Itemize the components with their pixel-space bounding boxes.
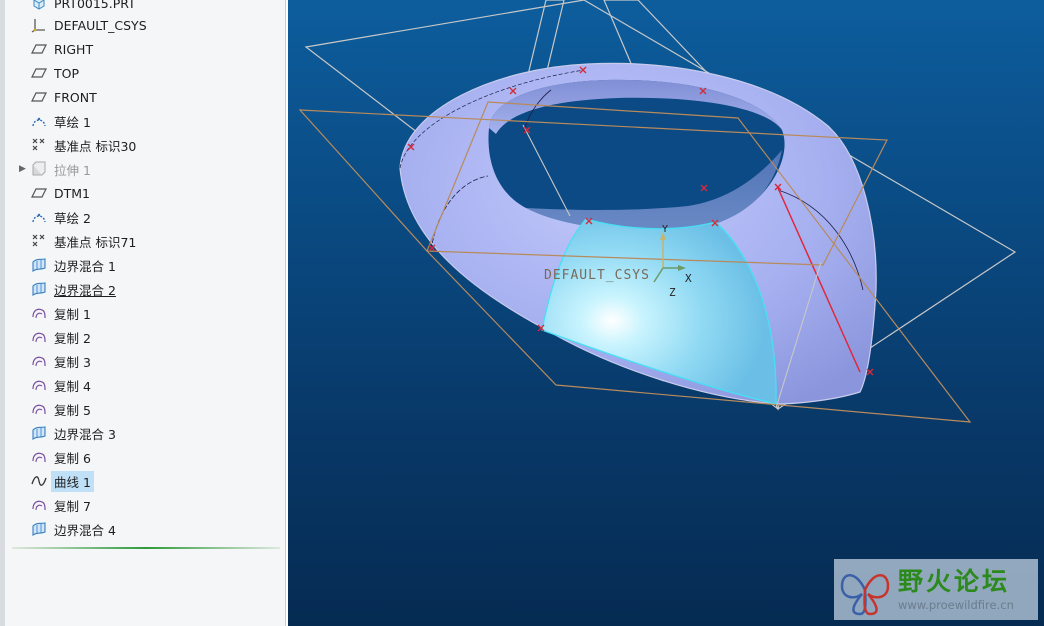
tree-item[interactable]: ▶ 拉伸 1: [15, 158, 275, 180]
copy-icon: [30, 449, 48, 465]
datum-plane-icon: [30, 65, 48, 81]
tree-item[interactable]: RIGHT: [15, 38, 275, 60]
csys-icon: [30, 17, 48, 33]
tree-item[interactable]: 复制 5: [15, 398, 275, 420]
tree-item-label: 边界混合 3: [54, 426, 116, 442]
tree-item[interactable]: 边界混合 3: [15, 422, 275, 444]
tree-item[interactable]: 复制 1: [15, 302, 275, 324]
tree-item-label: 复制 4: [54, 378, 91, 394]
tree-item[interactable]: 草绘 1: [15, 110, 275, 132]
boundary-blend-icon: [30, 257, 48, 273]
graphics-viewport[interactable]: Y X Z DEFAULT_CSYS: [288, 0, 1044, 626]
tree-item-label: TOP: [54, 65, 80, 81]
tree-root-item[interactable]: PRT0015.PRT: [15, 0, 275, 14]
tree-item[interactable]: 复制 4: [15, 374, 275, 396]
copy-icon: [30, 353, 48, 369]
tree-item[interactable]: 草绘 2: [15, 206, 275, 228]
tree-item-label: 拉伸 1: [54, 162, 91, 178]
tree-item-label: 基准点 标识71: [54, 234, 137, 250]
copy-icon: [30, 497, 48, 513]
tree-item[interactable]: 复制 6: [15, 446, 275, 468]
tree-item[interactable]: DTM1: [15, 182, 275, 204]
tree-item[interactable]: 基准点 标识71: [15, 230, 275, 252]
datum-point-icon: [30, 233, 48, 249]
tree-item-label: 复制 2: [54, 330, 91, 346]
boundary-blend-icon: [30, 521, 48, 537]
sketch-icon: [30, 113, 48, 129]
csys-axis-y: Y: [662, 224, 668, 235]
tree-item-label: 复制 7: [54, 498, 91, 514]
watermark-url: www.proewildfire.cn: [898, 597, 1014, 612]
csys-axis-x: X: [685, 272, 692, 285]
watermark-title: 野火论坛: [898, 566, 1011, 596]
extrude-icon: [30, 161, 48, 177]
expand-arrow-icon[interactable]: ▶: [15, 164, 30, 174]
copy-icon: [30, 401, 48, 417]
datum-plane-icon: [30, 89, 48, 105]
copy-icon: [30, 329, 48, 345]
tree-item-label: 草绘 2: [54, 210, 91, 226]
tree-item[interactable]: 复制 7: [15, 494, 275, 516]
tree-item-label: 复制 5: [54, 402, 91, 418]
tree-item-label: 边界混合 4: [54, 522, 116, 538]
copy-icon: [30, 377, 48, 393]
tree-item-label: 曲线 1: [51, 470, 94, 492]
tree-item-label: FRONT: [54, 89, 97, 105]
datum-point-icon: [30, 137, 48, 153]
sketch-icon: [30, 209, 48, 225]
tree-item-label: 复制 1: [54, 306, 91, 322]
panel-edge: [0, 0, 5, 626]
part-icon: [30, 0, 48, 11]
tree-item[interactable]: 边界混合 4: [15, 518, 275, 540]
tree-item[interactable]: 复制 3: [15, 350, 275, 372]
datum-plane-icon: [30, 185, 48, 201]
csys-label: DEFAULT_CSYS: [544, 268, 650, 283]
tree-item-label: 边界混合 2: [54, 282, 116, 298]
tree-item[interactable]: 边界混合 2: [15, 278, 275, 300]
model-tree-panel: PRT0015.PRT DEFAULT_CSYS RIGHT TOP FRONT 草绘 …: [0, 0, 286, 626]
tree-item[interactable]: 边界混合 1: [15, 254, 275, 276]
tree-item-label: 基准点 标识30: [54, 138, 137, 154]
forum-watermark: 野火论坛 www.proewildfire.cn: [834, 559, 1038, 620]
tree-item-label: RIGHT: [54, 41, 94, 57]
csys-axis-z: Z: [669, 286, 676, 299]
tree-item-label: 草绘 1: [54, 114, 91, 130]
tree-item[interactable]: DEFAULT_CSYS: [15, 14, 275, 36]
tree-item[interactable]: 基准点 标识30: [15, 134, 275, 156]
tree-item[interactable]: TOP: [15, 62, 275, 84]
boundary-blend-surface[interactable]: [399, 62, 877, 405]
tree-item-label: DTM1: [54, 185, 90, 201]
tree-item-label: DEFAULT_CSYS: [54, 17, 147, 33]
tree-item[interactable]: FRONT: [15, 86, 275, 108]
datum-plane-icon: [30, 41, 48, 57]
forum-logo-icon: [840, 574, 890, 616]
curve-icon: [30, 473, 48, 489]
tree-item-label: 复制 3: [54, 354, 91, 370]
tree-item-label: 复制 6: [54, 450, 91, 466]
tree-item[interactable]: 复制 2: [15, 326, 275, 348]
model-view: Y X Z DEFAULT_CSYS: [298, 0, 1017, 423]
copy-icon: [30, 305, 48, 321]
boundary-blend-icon: [30, 425, 48, 441]
tree-item[interactable]: 曲线 1: [15, 470, 275, 492]
tree-insert-separator: [12, 547, 280, 549]
tree-root-label: PRT0015.PRT: [54, 0, 136, 11]
boundary-blend-icon: [30, 281, 48, 297]
tree-item-label: 边界混合 1: [54, 258, 116, 274]
